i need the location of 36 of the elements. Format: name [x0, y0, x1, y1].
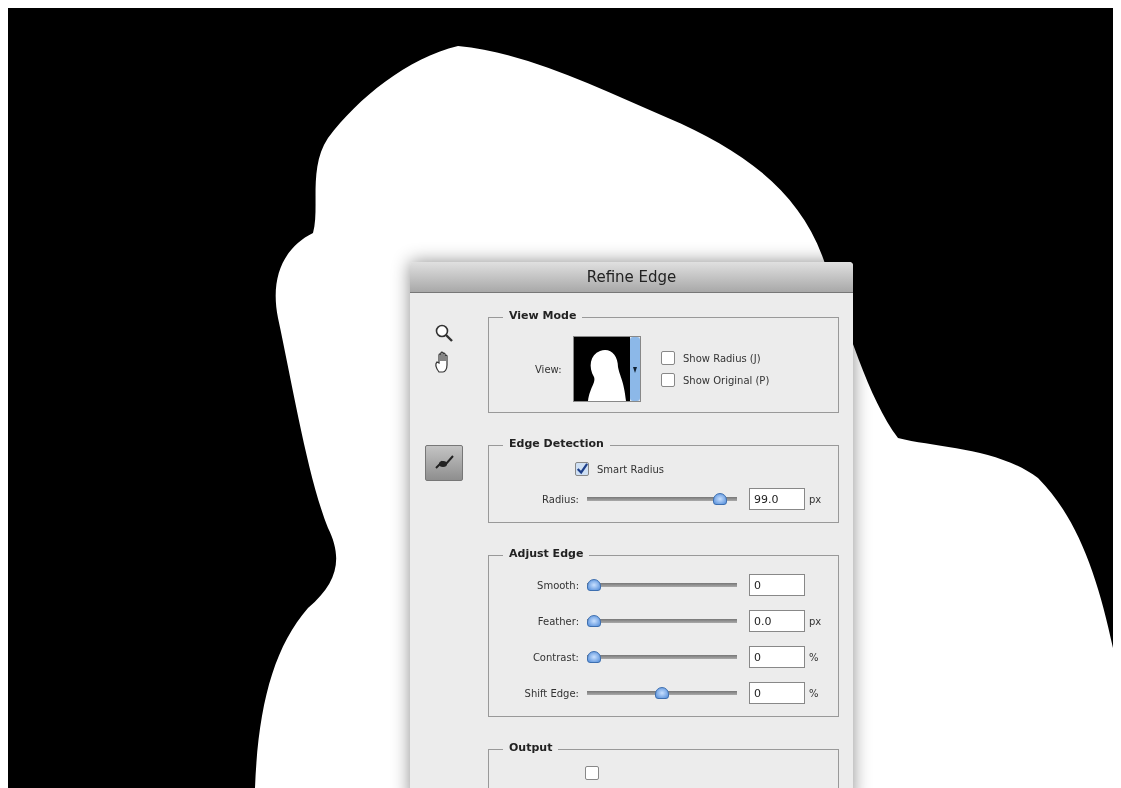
slider-label: Contrast:	[531, 651, 580, 663]
view-label: View:	[535, 363, 563, 375]
slider-thumb[interactable]	[713, 493, 728, 505]
value-field[interactable]: 0	[749, 646, 805, 668]
value-field[interactable]: 0	[749, 574, 805, 596]
group-title: Output	[503, 741, 559, 754]
slider-label: Radius:	[541, 493, 580, 505]
checkbox[interactable]	[575, 462, 589, 476]
brush-tool-button[interactable]	[425, 445, 463, 481]
view-mode-dropdown[interactable]	[573, 336, 641, 402]
group-title: View Mode	[503, 309, 583, 322]
unit-label: %	[809, 687, 819, 699]
dialog-title: Refine Edge	[410, 262, 853, 293]
slider-thumb[interactable]	[655, 687, 669, 699]
checkbox-label: Show Radius (J)	[683, 352, 761, 364]
checkbox[interactable]	[661, 373, 675, 387]
checkbox-label: Smart Radius	[597, 463, 664, 475]
checkbox[interactable]	[661, 351, 675, 365]
slider-label: Feather:	[536, 615, 580, 627]
value-field[interactable]: 99.0	[749, 488, 805, 510]
mask-thumbnail-icon[interactable]	[574, 337, 630, 401]
slider-thumb[interactable]	[587, 651, 601, 663]
slider-label: Smooth:	[536, 579, 580, 591]
checkbox-label: Show Original (P)	[683, 374, 770, 386]
search-icon[interactable]	[434, 323, 454, 343]
unit-label: %	[809, 651, 819, 663]
slider-thumb[interactable]	[587, 579, 601, 591]
value-field[interactable]: 0	[749, 682, 805, 704]
checkbox[interactable]	[585, 766, 599, 780]
unit-label: px	[809, 493, 822, 505]
group-title: Adjust Edge	[503, 547, 590, 560]
value-field[interactable]: 0.0	[749, 610, 805, 632]
slider-thumb[interactable]	[587, 615, 601, 627]
group-title: Edge Detection	[503, 437, 610, 450]
slider-label: Shift Edge:	[523, 687, 580, 699]
unit-label: px	[809, 615, 822, 627]
